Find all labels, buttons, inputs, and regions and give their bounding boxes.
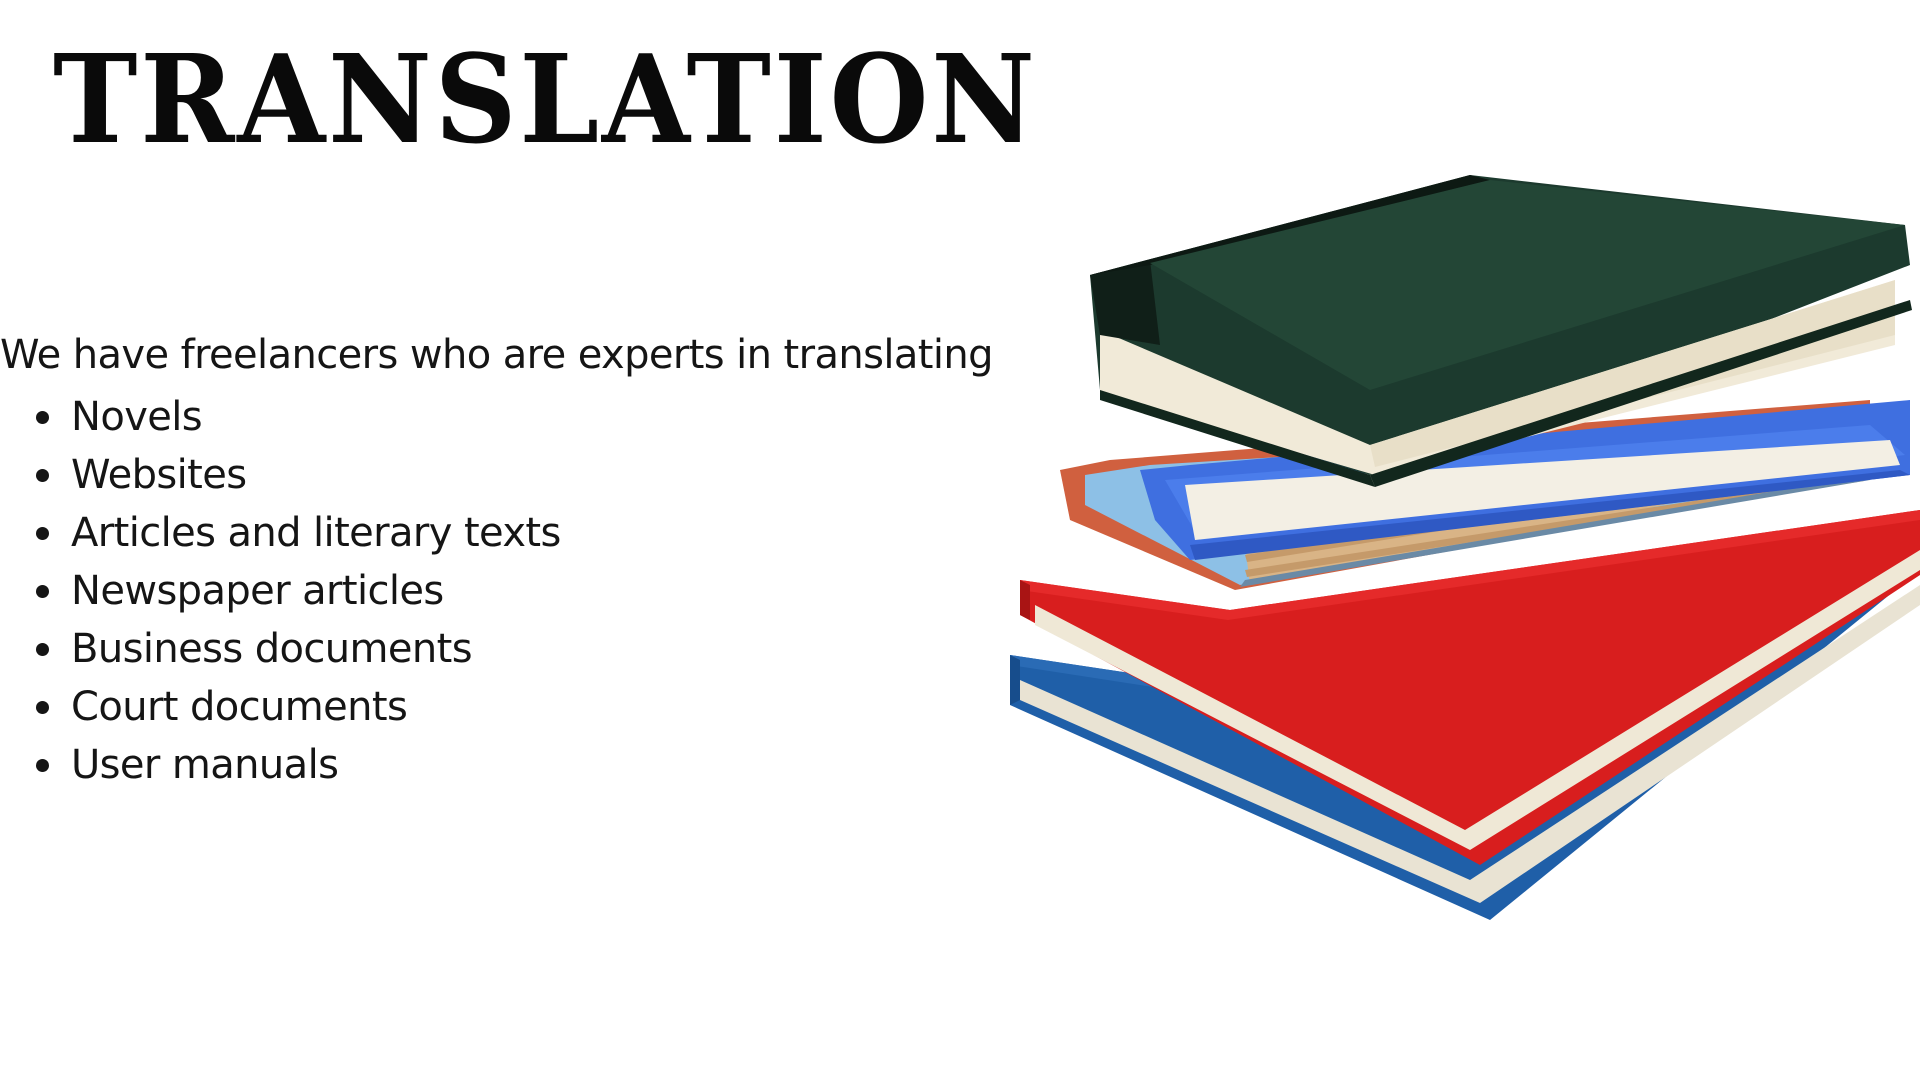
list-item: User manuals [0, 736, 561, 794]
list-item-label: User manuals [71, 742, 339, 788]
list-item: Business documents [0, 620, 561, 678]
translation-slide: TRANSLATION We have freelancers who are … [0, 0, 1920, 1080]
bullet-icon [36, 411, 49, 424]
list-item-label: Articles and literary texts [71, 510, 561, 556]
stack-of-books-illustration [1010, 175, 1920, 920]
list-item-label: Court documents [71, 684, 408, 730]
bullet-icon [36, 585, 49, 598]
bullet-icon [36, 469, 49, 482]
bullet-icon [36, 527, 49, 540]
bullet-icon [36, 643, 49, 656]
list-item-label: Business documents [71, 626, 473, 672]
list-item-label: Newspaper articles [71, 568, 444, 614]
list-item: Novels [0, 388, 561, 446]
bullet-icon [36, 759, 49, 772]
services-list: Novels Websites Articles and literary te… [0, 388, 561, 794]
list-item: Court documents [0, 678, 561, 736]
list-item: Articles and literary texts [0, 504, 561, 562]
bullet-icon [36, 701, 49, 714]
intro-text: We have freelancers who are experts in t… [0, 332, 994, 378]
list-item: Websites [0, 446, 561, 504]
list-item-label: Websites [71, 452, 247, 498]
list-item: Newspaper articles [0, 562, 561, 620]
list-item-label: Novels [71, 394, 203, 440]
page-title: TRANSLATION [53, 27, 1038, 171]
